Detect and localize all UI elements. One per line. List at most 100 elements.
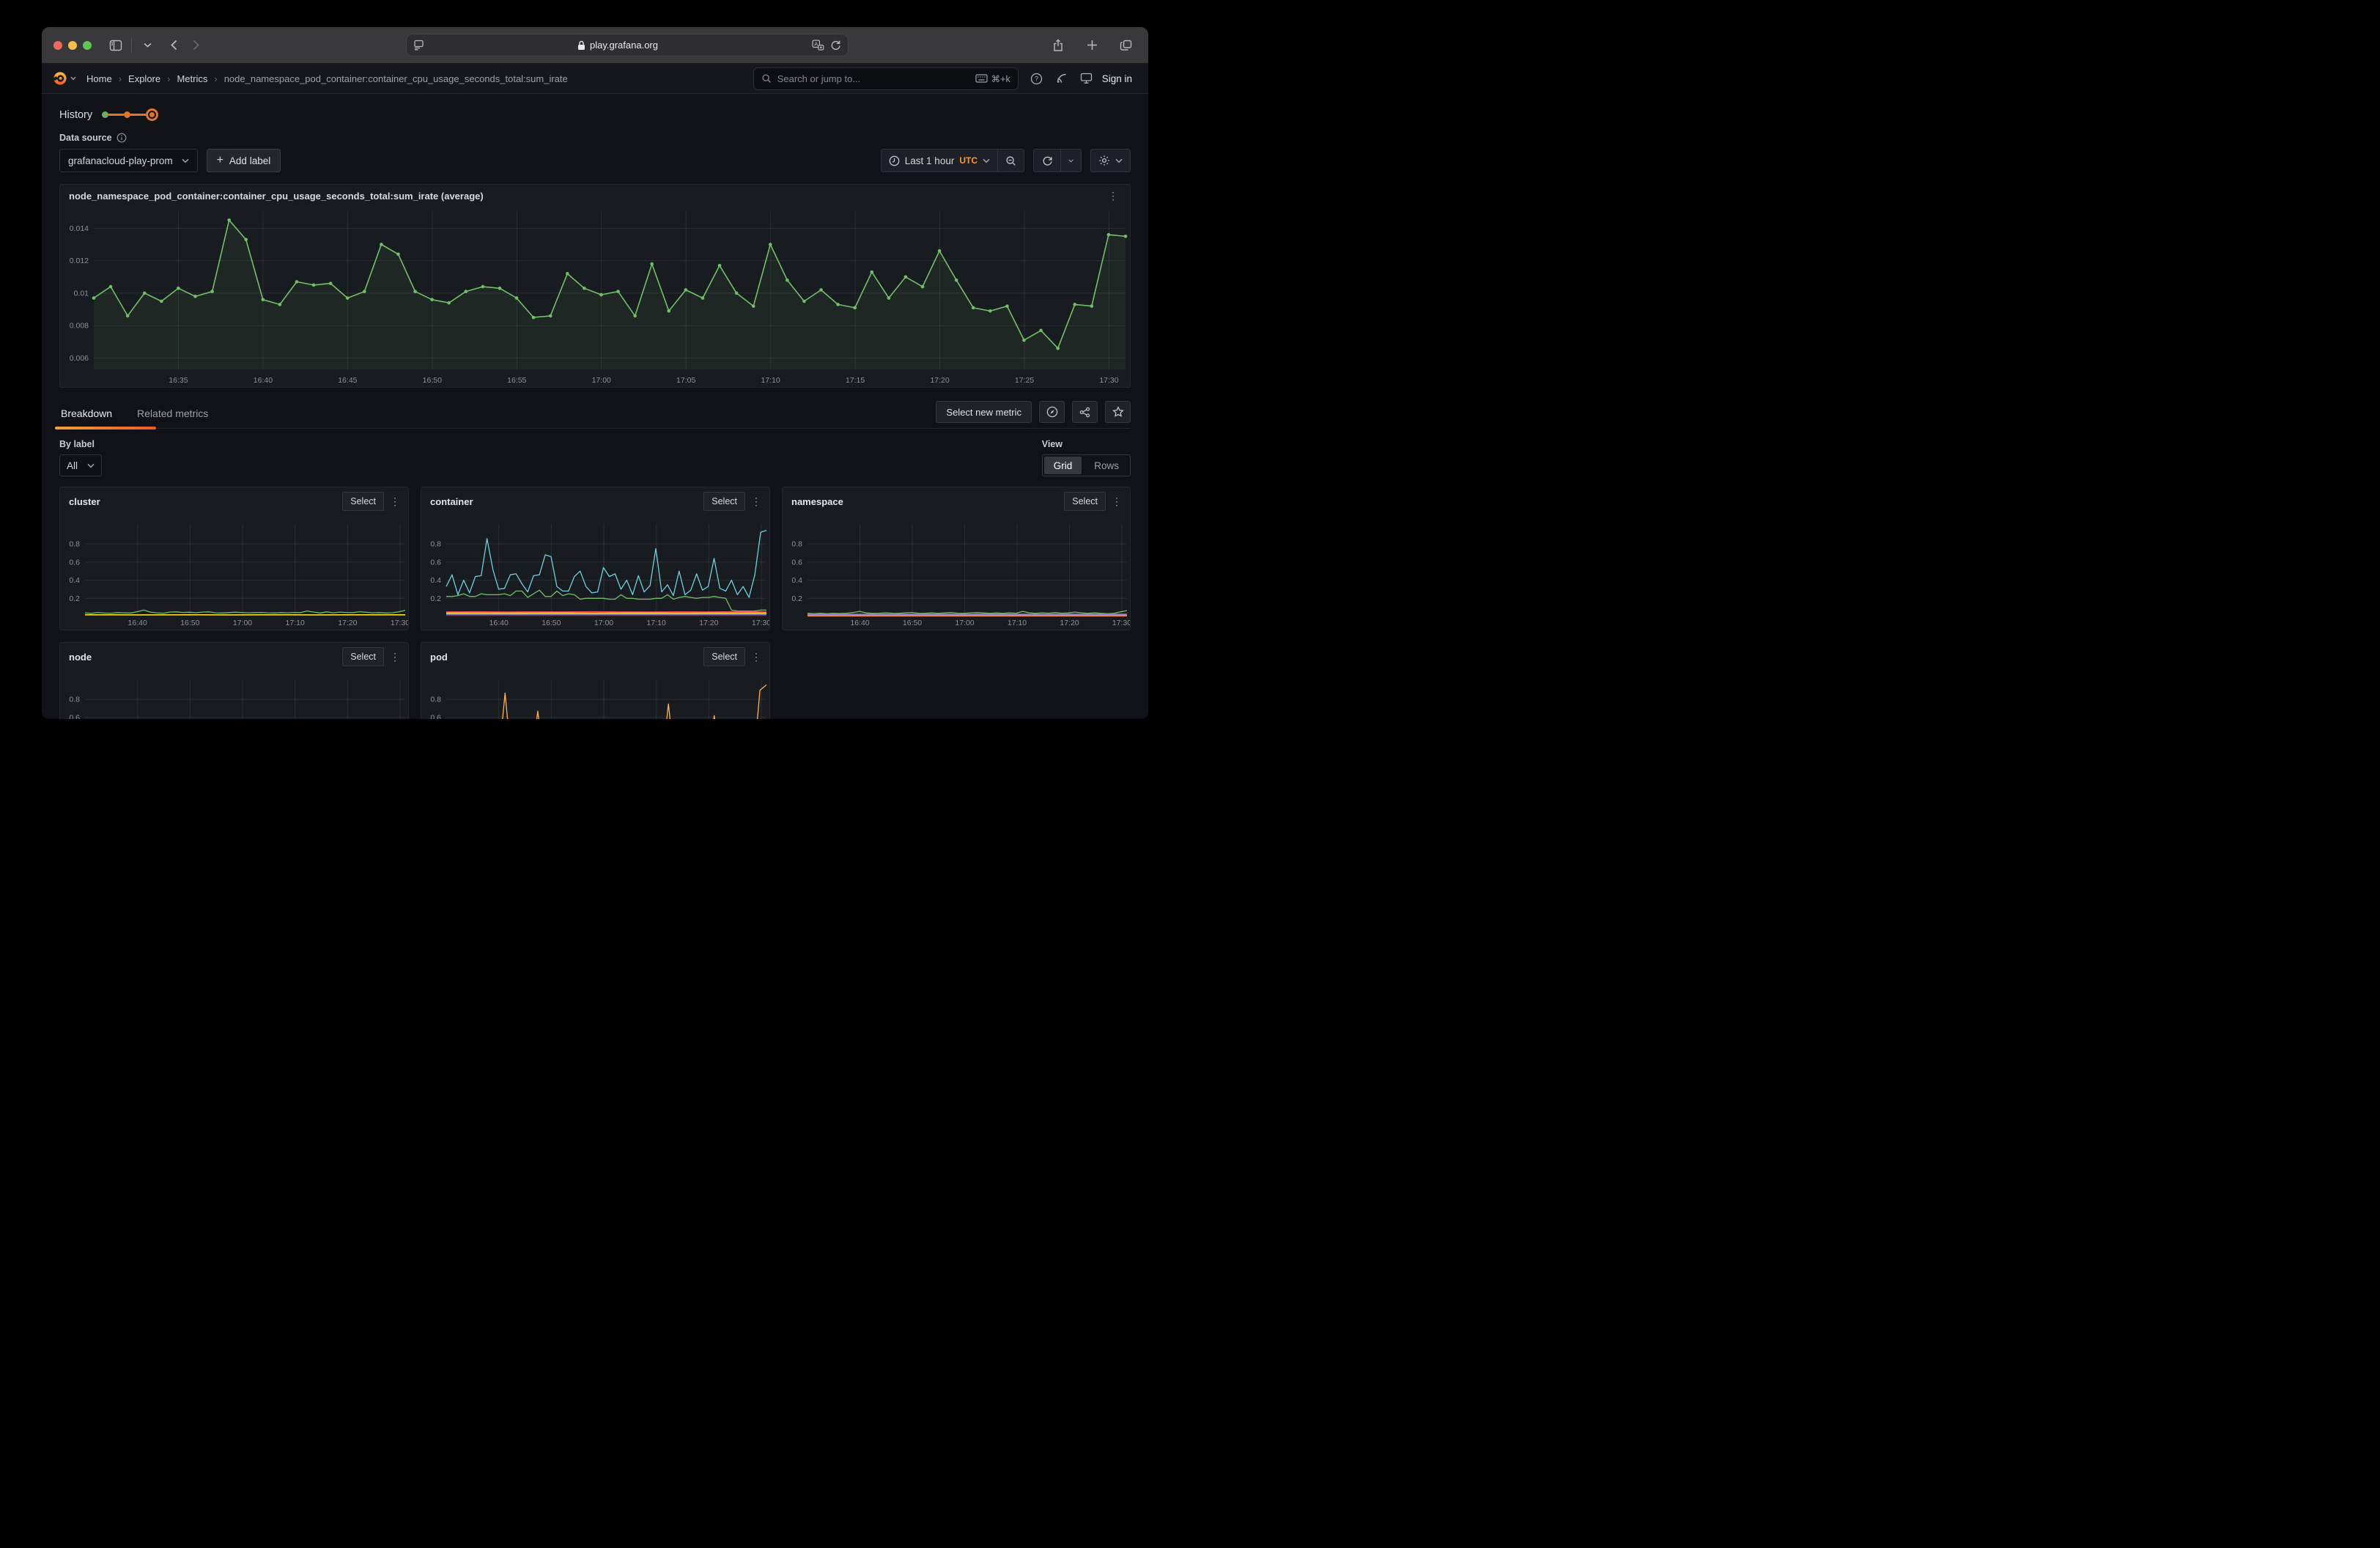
- select-button[interactable]: Select: [342, 492, 384, 511]
- forward-button[interactable]: [185, 36, 207, 55]
- panel-header: container Select ⋮: [421, 487, 769, 511]
- svg-text:0.8: 0.8: [430, 696, 441, 704]
- select-button[interactable]: Select: [342, 647, 384, 666]
- select-button[interactable]: Select: [703, 492, 745, 511]
- by-label-select[interactable]: All: [59, 454, 102, 476]
- namespace-chart[interactable]: 0.20.40.60.816:4016:5017:0017:1017:2017:…: [783, 511, 1130, 630]
- grafana-logo-menu[interactable]: [52, 70, 76, 86]
- panel-menu-button[interactable]: ⋮: [749, 495, 764, 508]
- reload-icon[interactable]: [830, 40, 841, 51]
- history-timeline[interactable]: [102, 108, 158, 121]
- add-label-text: Add label: [229, 155, 270, 166]
- add-label-button[interactable]: + Add label: [207, 149, 281, 172]
- container-chart[interactable]: 0.20.40.60.816:4016:5017:0017:1017:2017:…: [421, 511, 769, 630]
- help-button[interactable]: ?: [1026, 68, 1048, 89]
- view-rows-option[interactable]: Rows: [1083, 455, 1130, 476]
- panel-header: pod Select ⋮: [421, 643, 769, 666]
- favorite-button[interactable]: [1105, 401, 1131, 423]
- screen-button[interactable]: [1076, 68, 1098, 89]
- refresh-group: [1033, 149, 1082, 172]
- explore-button[interactable]: [1039, 401, 1065, 423]
- refresh-interval-button[interactable]: [1061, 149, 1082, 172]
- datasource-value: grafanacloud-play-prom: [68, 155, 173, 166]
- settings-button[interactable]: [1090, 149, 1131, 172]
- new-tab-button[interactable]: [1081, 36, 1103, 55]
- svg-text:17:20: 17:20: [699, 619, 718, 627]
- svg-text:17:30: 17:30: [1112, 619, 1130, 627]
- svg-text:0.8: 0.8: [430, 540, 441, 549]
- svg-text:0.6: 0.6: [69, 558, 80, 567]
- breadcrumb-current-metric: node_namespace_pod_container:container_c…: [224, 73, 568, 84]
- svg-text:?: ?: [1035, 75, 1038, 82]
- zoom-out-button[interactable]: [998, 149, 1024, 172]
- search-icon: [761, 73, 772, 84]
- reader-view-icon[interactable]: [413, 40, 424, 51]
- help-icon: ?: [1030, 73, 1043, 85]
- tab-overview-button[interactable]: [1115, 36, 1137, 55]
- grafana-logo-icon: [52, 70, 68, 86]
- panel-menu-button[interactable]: ⋮: [749, 651, 764, 663]
- time-range-button[interactable]: Last 1 hour UTC: [881, 149, 998, 172]
- panel-menu-button[interactable]: ⋮: [1106, 190, 1121, 202]
- news-button[interactable]: [1051, 68, 1073, 89]
- metric-panel-title: node_namespace_pod_container:container_c…: [69, 191, 484, 202]
- svg-text:16:50: 16:50: [423, 376, 442, 385]
- svg-text:17:20: 17:20: [1060, 619, 1079, 627]
- metric-chart[interactable]: 0.0060.0080.010.0120.01416:3516:4016:451…: [60, 203, 1130, 387]
- svg-text:17:00: 17:00: [594, 619, 613, 627]
- breadcrumb-separator: ›: [167, 73, 170, 84]
- chevron-right-icon: [193, 40, 199, 51]
- svg-text:16:40: 16:40: [254, 376, 273, 385]
- metric-panel: node_namespace_pod_container:container_c…: [59, 184, 1131, 388]
- zoom-window-button[interactable]: [83, 41, 92, 50]
- svg-text:17:10: 17:10: [761, 376, 780, 385]
- view-grid-option[interactable]: Grid: [1044, 457, 1082, 474]
- select-new-metric-button[interactable]: Select new metric: [936, 401, 1032, 423]
- tab-breakdown[interactable]: Breakdown: [59, 401, 114, 428]
- panel-menu-button[interactable]: ⋮: [388, 495, 403, 508]
- chevron-down-icon: [182, 158, 189, 163]
- svg-text:17:10: 17:10: [647, 619, 666, 627]
- history-step-start-icon[interactable]: [102, 111, 108, 118]
- share-button[interactable]: [1047, 36, 1069, 55]
- panel-header: cluster Select ⋮: [60, 487, 408, 511]
- svg-text:17:20: 17:20: [930, 376, 949, 385]
- breadcrumb-separator: ›: [214, 73, 217, 84]
- refresh-button[interactable]: [1033, 149, 1061, 172]
- svg-text:A: A: [814, 41, 818, 48]
- svg-text:0.4: 0.4: [430, 576, 441, 585]
- history-step-current-icon[interactable]: [146, 108, 158, 121]
- svg-text:16:50: 16:50: [903, 619, 922, 627]
- select-button[interactable]: Select: [1064, 492, 1106, 511]
- breadcrumb-metrics[interactable]: Metrics: [177, 73, 207, 84]
- gear-icon: [1098, 155, 1110, 166]
- select-button[interactable]: Select: [703, 647, 745, 666]
- close-window-button[interactable]: [53, 41, 62, 50]
- chevron-down-icon: [87, 463, 95, 468]
- address-bar[interactable]: play.grafana.org A ★: [406, 34, 849, 56]
- tab-related-metrics[interactable]: Related metrics: [136, 401, 210, 428]
- node-chart[interactable]: 0.20.40.60.816:4016:5017:0017:1017:2017:…: [60, 666, 408, 719]
- back-button[interactable]: [163, 36, 185, 55]
- sign-in-button[interactable]: Sign in: [1102, 73, 1132, 84]
- minimize-window-button[interactable]: [68, 41, 77, 50]
- tab-group-chevron-button[interactable]: [136, 36, 158, 55]
- breadcrumb-explore[interactable]: Explore: [128, 73, 160, 84]
- breadcrumb-home[interactable]: Home: [86, 73, 112, 84]
- breakdown-grid: cluster Select ⋮ 0.20.40.60.816:4016:501…: [59, 487, 1131, 719]
- search-input[interactable]: Search or jump to... ⌘+k: [753, 67, 1019, 90]
- cluster-chart[interactable]: 0.20.40.60.816:4016:5017:0017:1017:2017:…: [60, 511, 408, 630]
- svg-text:17:15: 17:15: [846, 376, 865, 385]
- panel-menu-button[interactable]: ⋮: [388, 651, 403, 663]
- panel-menu-button[interactable]: ⋮: [1109, 495, 1125, 508]
- pod-chart[interactable]: 0.20.40.60.816:4016:5017:0017:1017:2017:…: [421, 666, 769, 719]
- svg-text:16:55: 16:55: [507, 376, 526, 385]
- translate-icon[interactable]: A ★: [812, 40, 824, 51]
- browser-toolbar: play.grafana.org A ★: [42, 27, 1148, 64]
- datasource-select[interactable]: grafanacloud-play-prom: [59, 149, 198, 172]
- history-connector: [108, 114, 124, 116]
- share-metric-button[interactable]: [1072, 401, 1098, 423]
- history-step-icon[interactable]: [124, 111, 130, 118]
- svg-text:0.008: 0.008: [70, 322, 89, 331]
- sidebar-toggle-button[interactable]: [105, 36, 127, 55]
